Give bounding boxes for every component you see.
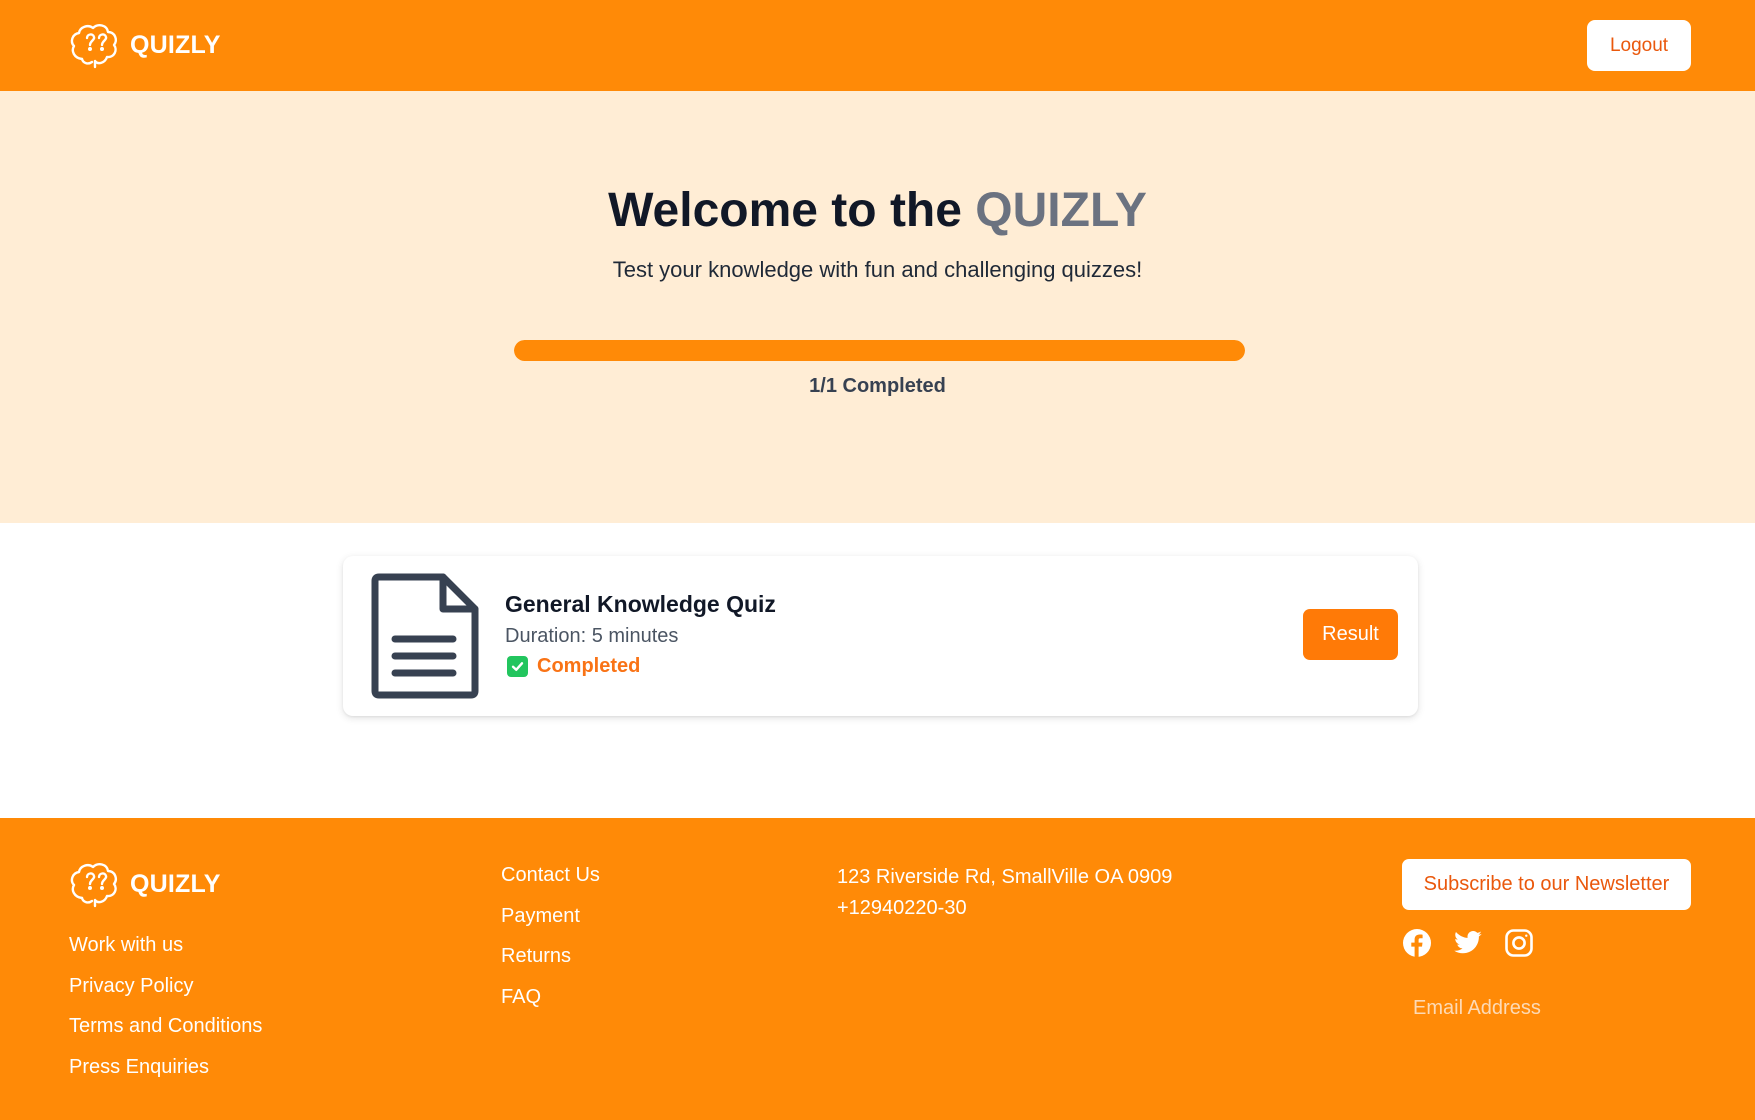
- footer-link-privacy-policy[interactable]: Privacy Policy: [69, 975, 193, 997]
- footer-brand-name: QUIZLY: [130, 869, 221, 898]
- quiz-status: Completed: [507, 655, 640, 678]
- page-title: Welcome to the QUIZLY: [0, 183, 1755, 238]
- logout-button[interactable]: Logout: [1587, 20, 1691, 71]
- newsletter-subscribe-button[interactable]: Subscribe to our Newsletter: [1402, 859, 1691, 910]
- quiz-card: General Knowledge Quiz Duration: 5 minut…: [343, 556, 1418, 716]
- address-line: 123 Riverside Rd, SmallVille OA 0909: [837, 866, 1173, 888]
- page-subtitle: Test your knowledge with fun and challen…: [612, 257, 1143, 282]
- social-links: [1402, 928, 1534, 958]
- progress-label: 1/1 Completed: [809, 375, 946, 397]
- twitter-icon[interactable]: [1453, 928, 1483, 958]
- status-badge: Completed: [537, 655, 641, 677]
- newsletter-email-input[interactable]: [1402, 988, 1691, 1028]
- footer: QUIZLY Work with us Privacy Policy Terms…: [0, 818, 1755, 1120]
- footer-brand[interactable]: QUIZLY: [68, 860, 221, 908]
- footer-link-payment[interactable]: Payment: [501, 905, 580, 927]
- brand-logo-link[interactable]: QUIZLY: [68, 21, 221, 69]
- phone-number: +12940220-30: [837, 897, 967, 919]
- document-icon: [369, 573, 479, 699]
- top-navbar: QUIZLY Logout: [0, 0, 1755, 91]
- brain-icon: [68, 21, 120, 69]
- facebook-icon[interactable]: [1402, 928, 1432, 958]
- footer-link-terms[interactable]: Terms and Conditions: [69, 1015, 262, 1037]
- footer-links-company: Work with us Privacy Policy Terms and Co…: [69, 932, 262, 1094]
- footer-link-work-with-us[interactable]: Work with us: [69, 934, 183, 956]
- title-accent: QUIZLY: [975, 184, 1147, 237]
- quiz-title: General Knowledge Quiz: [505, 591, 776, 617]
- progress-fill: [514, 340, 1245, 361]
- quiz-duration: Duration: 5 minutes: [505, 625, 679, 647]
- footer-link-returns[interactable]: Returns: [501, 945, 571, 967]
- footer-link-contact[interactable]: Contact Us: [501, 864, 600, 886]
- result-button[interactable]: Result: [1303, 609, 1398, 660]
- footer-links-support: Contact Us Payment Returns FAQ: [501, 862, 600, 1024]
- progress-bar: [514, 340, 1245, 361]
- footer-address: 123 Riverside Rd, SmallVille OA 0909 +12…: [837, 862, 1172, 924]
- footer-link-faq[interactable]: FAQ: [501, 986, 541, 1008]
- brand-name: QUIZLY: [130, 30, 221, 59]
- brain-icon: [68, 860, 120, 908]
- checkbox-checked-icon: [507, 656, 528, 677]
- instagram-icon[interactable]: [1504, 928, 1534, 958]
- title-prefix: Welcome to the: [608, 184, 976, 237]
- footer-link-press[interactable]: Press Enquiries: [69, 1056, 209, 1078]
- hero-section: Welcome to the QUIZLY Test your knowledg…: [0, 91, 1755, 523]
